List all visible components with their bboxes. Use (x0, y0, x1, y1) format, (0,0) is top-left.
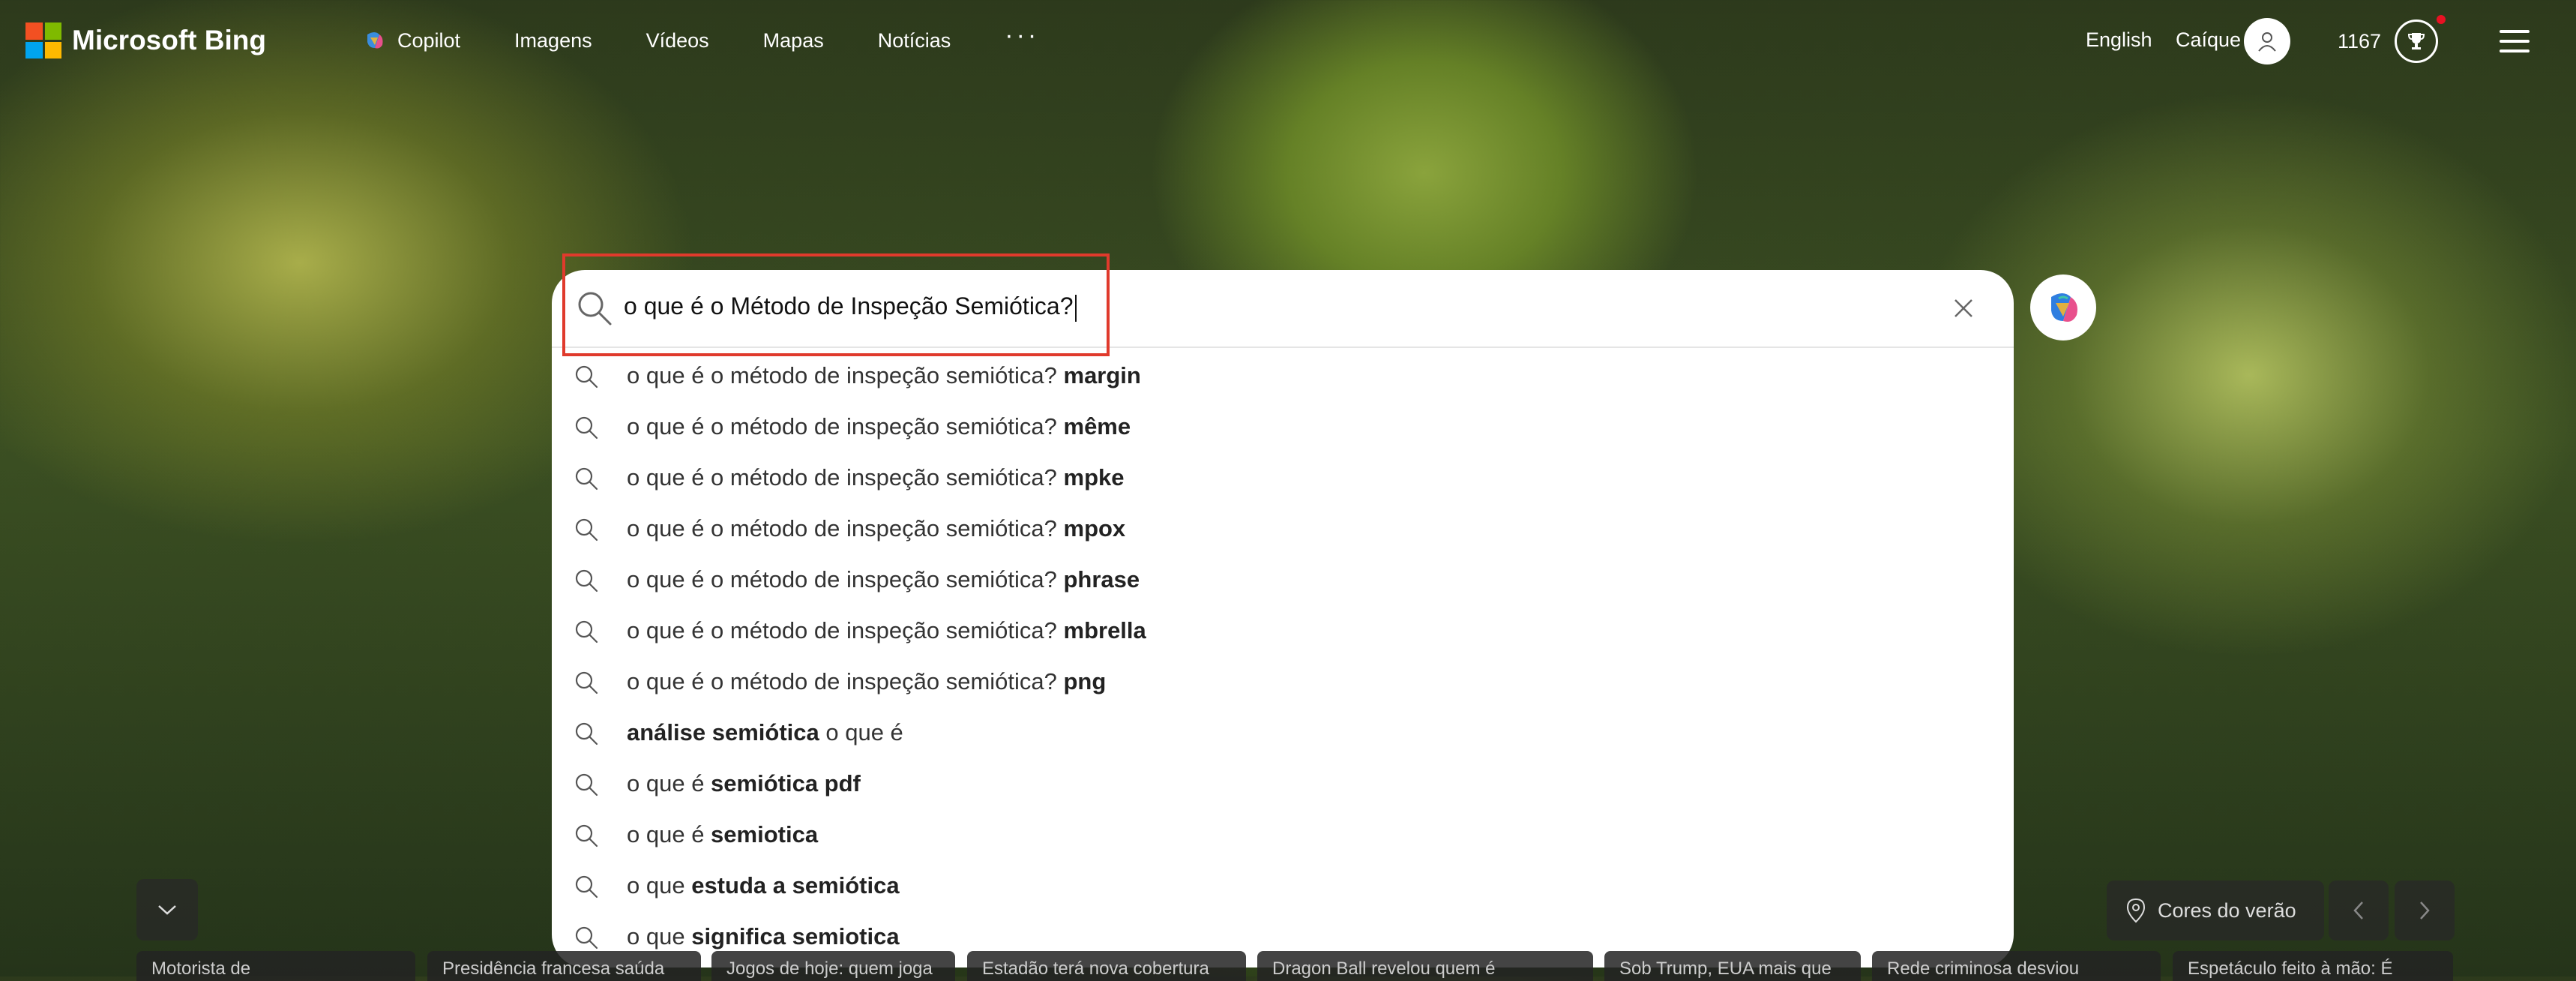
nav-mapas[interactable]: Mapas (763, 29, 824, 52)
microsoft-logo-icon (25, 22, 61, 58)
main-nav: Copilot Imagens Vídeos Mapas Notícias ··… (363, 21, 1039, 52)
brand-name: Microsoft Bing (72, 25, 266, 56)
suggestion-item[interactable]: o que é o método de inspeção semiótica? … (552, 554, 2014, 604)
suggestion-item[interactable]: o que é o método de inspeção semiótica? … (552, 604, 2014, 656)
search-icon (575, 365, 598, 388)
user-name[interactable]: Caíque (2176, 28, 2241, 52)
news-card[interactable]: Jogos de hoje: quem joga (711, 951, 955, 981)
news-card[interactable]: Presidência francesa saúda (427, 951, 701, 981)
trophy-icon (2407, 33, 2425, 50)
copilot-button[interactable] (2030, 274, 2096, 340)
chevron-down-icon (158, 905, 176, 915)
nav-copilot-label: Copilot (397, 28, 461, 52)
suggestion-text: o que significa semiotica (627, 923, 900, 950)
suggestion-text: o que é o método de inspeção semiótica? … (627, 668, 1107, 694)
news-card[interactable]: Motorista de (136, 951, 415, 981)
chevron-right-icon (2420, 902, 2430, 920)
more-menu-button[interactable]: ··· (1005, 21, 1039, 50)
suggestion-list: o que é o método de inspeção semiótica? … (552, 350, 2014, 962)
collapse-button[interactable] (136, 879, 198, 940)
close-icon[interactable] (1951, 296, 1976, 321)
copilot-icon (367, 32, 383, 49)
news-card[interactable]: Dragon Ball revelou quem é (1257, 951, 1593, 981)
news-card[interactable]: Rede criminosa desviou (1872, 951, 2161, 981)
news-card[interactable]: Espetáculo feito à mão: É (2173, 951, 2453, 981)
suggestion-text: o que é o método de inspeção semiótica? … (627, 464, 1125, 490)
suggestion-text: o que é semiotica (627, 821, 819, 848)
suggestion-item[interactable]: o que é o método de inspeção semiótica? … (552, 350, 2014, 400)
search-input-highlight (562, 254, 1110, 356)
search-icon (575, 671, 598, 694)
suggestion-text: o que estuda a semiótica (627, 872, 900, 898)
nav-copilot[interactable]: Copilot (363, 28, 460, 52)
next-image-button[interactable] (2395, 880, 2455, 940)
image-location-label: Cores do verão (2158, 898, 2296, 922)
suggestion-item[interactable]: o que é semiótica pdf (552, 758, 2014, 808)
suggestion-item[interactable]: o que é o método de inspeção semiótica? … (552, 452, 2014, 502)
search-icon (575, 518, 598, 542)
copilot-icon (2051, 293, 2077, 322)
suggestion-item[interactable]: análise semiótica o que é (552, 706, 2014, 758)
suggestion-text: análise semiótica o que é (627, 719, 903, 746)
suggestion-text: o que é semiótica pdf (627, 770, 861, 796)
language-toggle[interactable]: English (2086, 28, 2161, 52)
bing-logo[interactable]: Microsoft Bing (25, 22, 266, 58)
suggestion-text: o que é o método de inspeção semiótica? … (627, 617, 1146, 644)
nav-noticias[interactable]: Notícias (878, 29, 951, 52)
hamburger-icon[interactable] (2500, 30, 2530, 52)
search-icon (575, 722, 598, 746)
rewards-button[interactable] (2395, 20, 2438, 63)
location-pin-icon (2126, 898, 2146, 923)
search-icon (575, 569, 598, 592)
suggestion-item[interactable]: o que é o método de inspeção semiótica? … (552, 400, 2014, 452)
image-info-button[interactable]: Cores do verão (2107, 880, 2324, 940)
search-icon (575, 824, 598, 848)
search-icon (575, 875, 598, 898)
suggestion-text: o que é o método de inspeção semiótica? … (627, 413, 1131, 440)
suggestion-text: o que é o método de inspeção semiótica? … (627, 515, 1126, 542)
search-icon (575, 416, 598, 440)
suggestion-item[interactable]: o que é semiotica (552, 808, 2014, 860)
top-bar: Microsoft Bing Copilot Imagens Vídeos Ma… (0, 0, 2576, 82)
news-strip: Motorista de Presidência francesa saúda Jo… (136, 951, 2453, 981)
suggestion-item[interactable]: o que estuda a semiótica (552, 860, 2014, 910)
suggestion-text: o que é o método de inspeção semiótica? … (627, 362, 1141, 388)
nav-imagens[interactable]: Imagens (514, 29, 592, 52)
suggestion-item[interactable]: o que é o método de inspeção semiótica? … (552, 656, 2014, 706)
user-icon (2258, 32, 2276, 52)
search-icon (575, 467, 598, 490)
previous-image-button[interactable] (2329, 880, 2389, 940)
search-icon (575, 620, 598, 644)
suggestion-item[interactable]: o que é o método de inspeção semiótica? … (552, 502, 2014, 554)
nav-videos[interactable]: Vídeos (646, 29, 709, 52)
search-icon (575, 926, 598, 950)
search-box: o que é o Método de Inspeção Semiótica? … (552, 270, 2014, 968)
notification-dot (2437, 15, 2446, 24)
suggestion-text: o que é o método de inspeção semiótica? … (627, 566, 1140, 592)
user-avatar[interactable] (2244, 18, 2290, 64)
news-card[interactable]: Estadão terá nova cobertura (967, 951, 1246, 981)
rewards-points[interactable]: 1167 (2338, 30, 2381, 53)
news-card[interactable]: Sob Trump, EUA mais que (1604, 951, 1861, 981)
search-icon (575, 773, 598, 796)
chevron-left-icon (2353, 902, 2363, 920)
